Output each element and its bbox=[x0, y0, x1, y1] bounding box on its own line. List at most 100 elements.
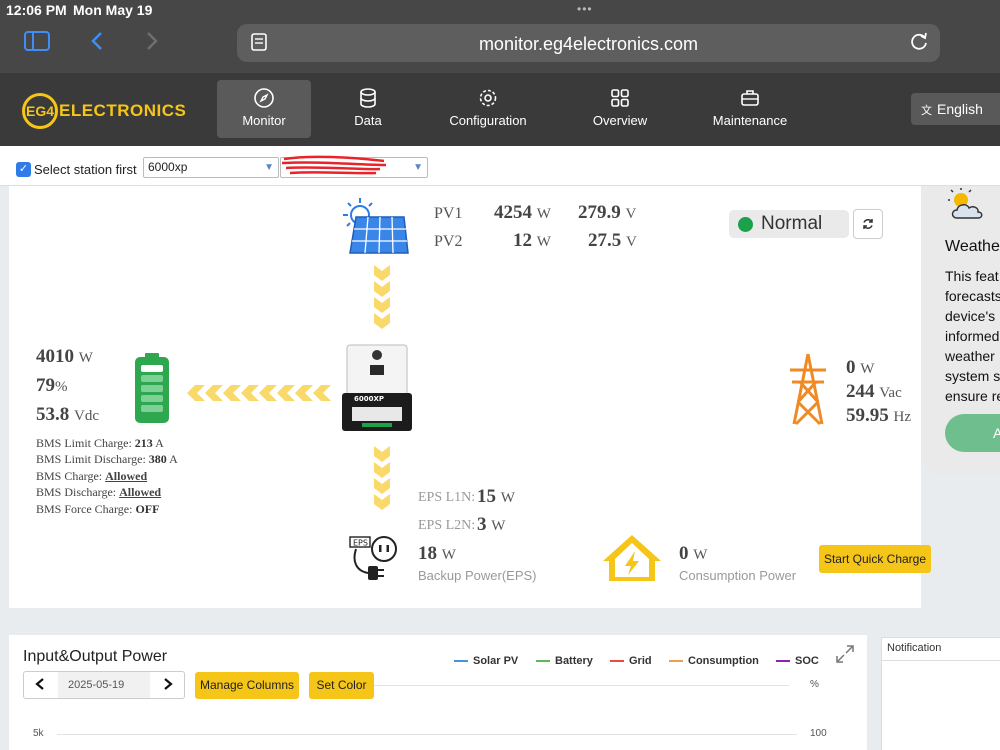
database-icon bbox=[360, 88, 376, 108]
pv2-power-unit: W bbox=[536, 234, 551, 250]
pv-flow-arrows bbox=[374, 265, 390, 329]
next-date-button[interactable] bbox=[152, 672, 184, 698]
refresh-button[interactable] bbox=[853, 209, 883, 239]
nav-configuration[interactable]: Configuration bbox=[440, 80, 536, 138]
redaction-scribble bbox=[281, 155, 387, 175]
legend-label: Battery bbox=[555, 655, 593, 667]
pv2-label: PV2 bbox=[434, 233, 463, 250]
pv1-power-unit: W bbox=[536, 206, 551, 222]
logo-text: ELECTRONICS bbox=[59, 101, 187, 120]
grid-tower-icon bbox=[790, 353, 826, 426]
battery-voltage-value: 53.8 bbox=[36, 404, 70, 425]
station-select-value: 6000xp bbox=[148, 160, 188, 174]
station-select[interactable]: 6000xp ▼ bbox=[143, 157, 279, 178]
nav-monitor[interactable]: Monitor bbox=[217, 80, 311, 138]
inverter-model-label: 6000XP bbox=[354, 395, 384, 403]
nav-monitor-label: Monitor bbox=[242, 113, 286, 128]
manage-columns-button[interactable]: Manage Columns bbox=[195, 672, 299, 699]
grid-voltage-unit: Vac bbox=[879, 385, 902, 401]
bms-label: BMS Force Charge: bbox=[36, 502, 133, 516]
weather-action-button[interactable]: A bbox=[945, 414, 1000, 452]
legend-consumption[interactable]: Consumption bbox=[669, 655, 759, 667]
y-right-tick: 100 bbox=[810, 728, 827, 739]
battery-voltage-unit: Vdc bbox=[74, 408, 99, 424]
bms-value: 213 bbox=[134, 436, 153, 450]
nav-data-label: Data bbox=[354, 113, 382, 128]
status-bar: 12:06 PM Mon May 19 ••• bbox=[0, 0, 1000, 22]
weather-description: This feat forecasts device's informed we… bbox=[945, 266, 1000, 406]
eps-l1n-value: 15 bbox=[477, 486, 496, 507]
weather-line: This feat bbox=[945, 268, 999, 284]
gear-icon bbox=[479, 89, 497, 107]
grid-power-unit: W bbox=[860, 361, 875, 377]
pv1-label: PV1 bbox=[434, 205, 463, 222]
reload-icon[interactable] bbox=[908, 30, 930, 58]
expand-icon[interactable] bbox=[834, 643, 856, 665]
translate-icon: 文 bbox=[921, 105, 932, 117]
pv1-power: 4254 W bbox=[494, 202, 551, 224]
input-output-power-card: Input&Output Power Solar PV Battery Grid… bbox=[9, 635, 867, 750]
bms-label: BMS Charge: bbox=[36, 469, 103, 483]
chart-gridline bbox=[57, 734, 797, 735]
select-station-checkbox[interactable]: ✓ bbox=[16, 162, 31, 177]
eps-l1n-label: EPS L1N: bbox=[418, 490, 476, 505]
grid-voltage: 244 Vac bbox=[846, 381, 902, 403]
bms-force-charge: BMS Force Charge: OFF bbox=[36, 502, 159, 517]
legend-swatch bbox=[536, 660, 550, 663]
grid-frequency-unit: Hz bbox=[893, 409, 912, 425]
consumption-power-value: 0 bbox=[679, 543, 689, 564]
language-select[interactable]: 文 English bbox=[911, 93, 1000, 125]
pv1-voltage-value: 279.9 bbox=[578, 202, 621, 223]
sidebar-toggle-icon[interactable] bbox=[22, 30, 52, 56]
url-text: monitor.eg4electronics.com bbox=[478, 34, 699, 54]
consumption-power-unit: W bbox=[693, 547, 708, 563]
bms-value: Allowed bbox=[119, 485, 162, 499]
legend-soc[interactable]: SOC bbox=[776, 655, 819, 667]
nav-data[interactable]: Data bbox=[330, 80, 406, 138]
eg4-logo[interactable]: EG4 ELECTRONICS bbox=[22, 93, 187, 129]
nav-maintenance[interactable]: Maintenance bbox=[705, 80, 795, 138]
legend-battery[interactable]: Battery bbox=[536, 655, 593, 667]
bms-charge: BMS Charge: Allowed bbox=[36, 469, 147, 484]
prev-date-button[interactable] bbox=[24, 672, 56, 698]
address-bar[interactable]: monitor.eg4electronics.com bbox=[237, 24, 940, 62]
notification-divider bbox=[882, 660, 1000, 661]
consumption-caption: Consumption Power bbox=[679, 568, 797, 583]
nav-configuration-label: Configuration bbox=[449, 113, 527, 128]
legend-grid[interactable]: Grid bbox=[610, 655, 652, 667]
bms-limit-charge: BMS Limit Charge: 213 A bbox=[36, 436, 164, 451]
multitask-dots[interactable]: ••• bbox=[577, 2, 593, 16]
date-input[interactable]: 2025-05-19 bbox=[58, 672, 150, 698]
eps-l1n-power: 15 W bbox=[477, 486, 515, 508]
pv1-voltage: 279.9 V bbox=[578, 202, 636, 224]
notification-panel: Notification bbox=[881, 637, 1000, 750]
set-color-button[interactable]: Set Color bbox=[309, 672, 374, 699]
weather-line: device's bbox=[945, 308, 996, 324]
nav-maintenance-label: Maintenance bbox=[712, 113, 788, 128]
eps-l2n-value: 3 bbox=[477, 514, 487, 535]
briefcase-icon bbox=[741, 90, 759, 106]
legend-solar-pv[interactable]: Solar PV bbox=[454, 655, 518, 667]
select-station-label: Select station first bbox=[34, 162, 137, 177]
start-quick-charge-button[interactable]: Start Quick Charge bbox=[819, 545, 931, 573]
legend-label: Grid bbox=[629, 655, 652, 667]
eps-flow-arrows bbox=[374, 446, 390, 510]
nav-overview[interactable]: Overview bbox=[580, 80, 660, 138]
status-dot bbox=[738, 217, 753, 232]
battery-power-value: 4010 bbox=[36, 346, 74, 367]
back-icon[interactable] bbox=[82, 30, 112, 56]
bms-label: BMS Limit Charge: bbox=[36, 436, 132, 450]
compass-icon bbox=[254, 88, 274, 108]
home-icon bbox=[603, 535, 661, 581]
eps-l2n-unit: W bbox=[491, 518, 506, 534]
status-badge: Normal bbox=[729, 210, 849, 238]
language-label: English bbox=[937, 101, 983, 117]
legend-swatch bbox=[454, 660, 468, 663]
chevron-down-icon: ▼ bbox=[264, 162, 274, 173]
pv2-voltage-unit: V bbox=[626, 234, 637, 250]
bms-label: BMS Limit Discharge: bbox=[36, 452, 146, 466]
forward-icon[interactable] bbox=[137, 30, 167, 56]
bms-unit: A bbox=[169, 452, 178, 466]
pv2-power: 12 W bbox=[513, 230, 551, 252]
weather-title: Weathe bbox=[945, 238, 1000, 255]
